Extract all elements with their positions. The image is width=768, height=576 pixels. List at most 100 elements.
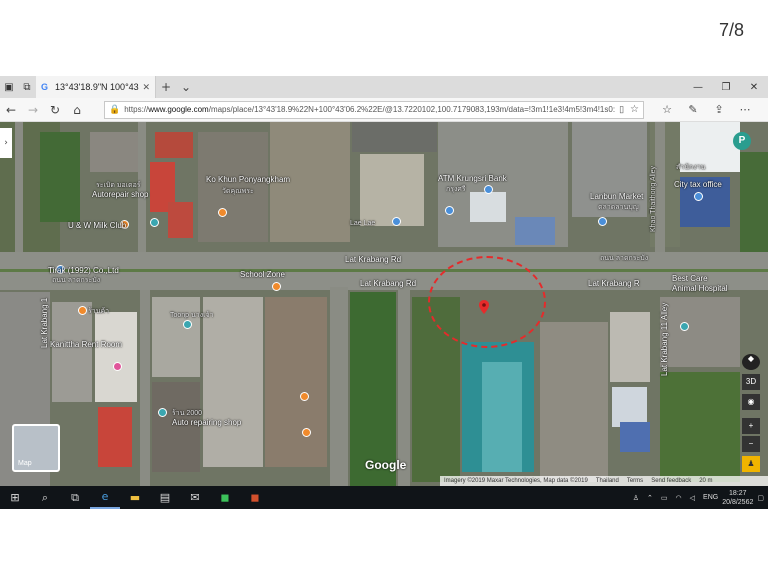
parking-icon[interactable]: P (733, 132, 751, 150)
place-pin-icon[interactable] (150, 218, 159, 227)
my-location-icon[interactable]: ◉ (742, 394, 760, 410)
place-label-thai: วัดคุณพระ (222, 188, 254, 195)
notifications-icon[interactable]: ▢ (757, 494, 764, 502)
expand-panel-icon[interactable]: › (0, 128, 12, 158)
tab-title: 13°43'18.9"N 100°43'06 (55, 82, 139, 92)
place-label[interactable]: Autorepair shop (92, 190, 148, 199)
place-label-thai: ตลาดลานบุญ (598, 204, 639, 211)
more-icon[interactable]: ⋯ (732, 103, 758, 116)
file-explorer-icon[interactable]: ▬ (120, 486, 150, 509)
road-label: Lat Krabang R (588, 279, 640, 288)
zoom-in-icon[interactable]: + (742, 418, 760, 434)
compass-icon[interactable]: ◆ (742, 354, 760, 370)
tab-preview-icon[interactable]: ⧉ (18, 76, 36, 98)
refresh-icon[interactable]: ↻ (44, 103, 66, 117)
wifi-icon[interactable]: ◠ (676, 494, 682, 502)
url-prefix: https:// (124, 105, 149, 114)
maximize-icon[interactable]: ❐ (712, 76, 740, 98)
tray-chevron-icon[interactable]: ⌃ (647, 494, 653, 502)
tab-manager-icon[interactable]: ▣ (0, 76, 18, 98)
place-label[interactable]: Lae Lae (350, 220, 375, 227)
favorites-hub-icon[interactable]: ☆ (654, 103, 680, 116)
reading-view-icon[interactable]: ▯ (619, 104, 624, 115)
store-icon[interactable]: ▤ (150, 486, 180, 509)
road-label-vertical: Khao Thaithong Alley (650, 165, 657, 232)
place-label[interactable]: Lanbun Market (590, 192, 643, 201)
place-pin-icon[interactable] (392, 217, 401, 226)
tab-list-chevron-icon[interactable]: ⌄ (176, 80, 196, 94)
place-pin-icon[interactable] (272, 282, 281, 291)
new-tab-icon[interactable]: + (156, 80, 176, 94)
place-pin-icon[interactable] (302, 428, 311, 437)
place-pin-icon[interactable] (183, 320, 192, 329)
road-label-vertical: Lat Krabang 1 (40, 297, 49, 348)
tab-close-icon[interactable]: ✕ (142, 82, 150, 93)
windows-start-icon[interactable]: ⊞ (0, 486, 30, 509)
location-pin-icon[interactable] (479, 300, 489, 314)
clock[interactable]: 18:27 20/8/2562 (722, 489, 753, 507)
browser-toolbar-icons: ☆ ✎ ⇪ ⋯ (654, 103, 758, 116)
forward-arrow-icon[interactable]: → (22, 103, 44, 117)
atm-pin-icon[interactable] (484, 185, 493, 194)
imagery-credit: Imagery ©2019 Maxar Technologies, Map da… (444, 478, 588, 484)
place-label[interactable]: Toonp นางเจ้า (170, 310, 214, 321)
taskbar: ⊞ ⌕ ⧉ e ▬ ▤ ✉ ◼ ◼ ♙ ⌃ ▭ ◠ ◁ ENG 18:27 20… (0, 486, 768, 509)
feedback-link[interactable]: Send feedback (651, 478, 691, 484)
place-label-thai: ถนน ลาดกระบัง (52, 277, 101, 284)
network-icon[interactable]: ▭ (661, 494, 668, 502)
window-controls: — ❐ ✕ (684, 76, 768, 98)
favorite-star-icon[interactable]: ☆ (630, 104, 639, 115)
language-indicator[interactable]: ENG (703, 494, 718, 501)
country-link[interactable]: Thailand (596, 478, 619, 484)
place-pin-icon[interactable] (158, 408, 167, 417)
mail-icon[interactable]: ✉ (180, 486, 210, 509)
map-attribution: Imagery ©2019 Maxar Technologies, Map da… (440, 476, 768, 486)
place-label-thai: กรุงศรี (446, 186, 466, 193)
edge-icon[interactable]: e (90, 486, 120, 509)
close-window-icon[interactable]: ✕ (740, 76, 768, 98)
share-icon[interactable]: ⇪ (706, 103, 732, 116)
back-arrow-icon[interactable]: ← (0, 103, 22, 117)
place-label[interactable]: City tax office (674, 180, 722, 189)
place-label[interactable]: ATM Krungsri Bank (438, 174, 507, 183)
map-layer-toggle[interactable]: Map (12, 424, 60, 472)
place-label[interactable]: U & W Milk Club (68, 221, 126, 230)
place-pin-icon[interactable] (598, 217, 607, 226)
place-pin-icon[interactable] (218, 208, 227, 217)
search-icon[interactable]: ⌕ (30, 486, 60, 509)
satellite-map[interactable]: Lat Krabang Rd Lat Krabang Rd Lat Kraban… (0, 122, 768, 486)
minimap-label: Map (18, 460, 32, 467)
home-icon[interactable]: ⌂ (66, 103, 88, 117)
address-bar[interactable]: 🔒 https://www.google.com/maps/place/13°4… (104, 100, 644, 119)
place-label[interactable]: Ko Khun Ponyangkham (206, 175, 290, 184)
volume-icon[interactable]: ◁ (690, 494, 695, 502)
scale-label: 20 m (699, 478, 713, 484)
zoom-out-icon[interactable]: − (742, 436, 760, 452)
person-icon[interactable]: ♙ (633, 494, 639, 502)
terms-link[interactable]: Terms (627, 478, 643, 484)
road-label: Lat Krabang Rd (345, 255, 402, 264)
place-label[interactable]: Best Care (672, 274, 708, 283)
place-label[interactable]: School Zone (240, 270, 285, 279)
line-app-icon[interactable]: ◼ (210, 486, 240, 509)
tab-active[interactable]: G 13°43'18.9"N 100°43'06 ✕ (36, 76, 156, 98)
place-label[interactable]: Animal Hospital (672, 284, 728, 293)
place-label[interactable]: Auto repairing shop (172, 418, 241, 427)
powerpoint-icon[interactable]: ◼ (240, 486, 270, 509)
tab-bar: ▣ ⧉ G 13°43'18.9"N 100°43'06 ✕ + ⌄ — ❐ ✕ (0, 76, 768, 98)
task-view-icon[interactable]: ⧉ (60, 486, 90, 509)
place-pin-icon[interactable] (78, 306, 87, 315)
pegman-icon[interactable]: ♟ (742, 456, 760, 472)
place-pin-icon[interactable] (680, 322, 689, 331)
pen-icon[interactable]: ✎ (680, 103, 706, 116)
place-pin-icon[interactable] (300, 392, 309, 401)
place-label[interactable]: Tirak (1992) Co.,Ltd (48, 266, 119, 275)
tilt-3d-button[interactable]: 3D (742, 374, 760, 390)
minimize-icon[interactable]: — (684, 76, 712, 98)
place-label[interactable]: Kanittha Rent Room (50, 340, 122, 349)
place-pin-icon[interactable] (445, 206, 454, 215)
place-pin-icon[interactable] (694, 192, 703, 201)
google-logo: Google (365, 458, 407, 472)
place-pin-icon[interactable] (113, 362, 122, 371)
place-label-thai: สำนักงาน (676, 164, 706, 171)
